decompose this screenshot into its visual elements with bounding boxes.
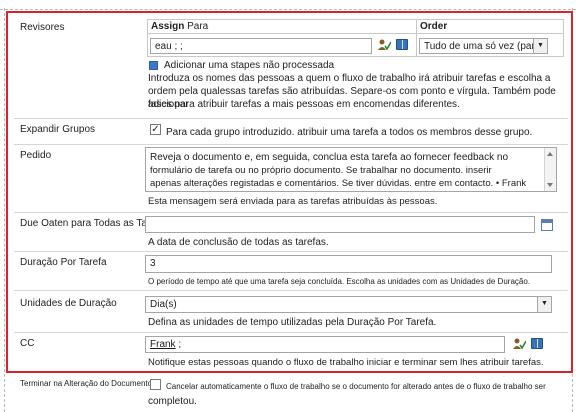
add-stage-link[interactable]: Adicionar uma stapes não processada [164, 59, 334, 72]
pedido-textarea[interactable]: Reveja o documento e, em seguida, conclu… [145, 147, 557, 192]
unidades-dropdown-arrow[interactable]: ▼ [537, 297, 551, 312]
revisores-help-line-3: fases para atribuir tarefas a mais pesso… [148, 99, 460, 110]
assign-header-sub: Para [187, 21, 209, 32]
assign-table-divider [416, 20, 417, 56]
duracao-help: O período de tempo até que uma tarefa se… [148, 277, 531, 286]
terminar-checkbox-label-2: completou. [148, 396, 197, 407]
row-divider [14, 212, 568, 213]
cc-label: CC [20, 338, 35, 349]
cc-input[interactable]: Frank ; [145, 336, 505, 353]
order-select[interactable]: Tudo de uma só vez (paralelo) ▼ [419, 38, 548, 54]
order-select-value: Tudo de uma só vez (paralelo) [424, 41, 548, 52]
add-stage-icon[interactable] [149, 61, 158, 70]
cc-address-book-icon[interactable] [531, 338, 543, 349]
terminar-checkbox[interactable] [150, 379, 161, 390]
row-divider [14, 290, 568, 291]
revisores-label: Revisores [20, 22, 65, 33]
expandir-label: Expandir Grupos [20, 124, 96, 135]
unidades-select-value: Dia(s) [150, 299, 177, 310]
cc-value-suffix: ; [178, 339, 182, 350]
pedido-line-1: Reveja o documento e, em seguida, conclu… [150, 152, 509, 163]
cc-help: Notifique estas pessoas quando o fluxo d… [148, 357, 544, 368]
unidades-label: Unidades de Duração [20, 298, 117, 309]
pedido-scrollbar[interactable] [544, 148, 556, 191]
duracao-input[interactable]: 3 [145, 255, 552, 273]
address-book-icon[interactable] [396, 39, 408, 50]
due-help: A data de conclusão de todas as tarefas. [148, 237, 329, 248]
terminar-label: Terminar na Alteração do Documento [20, 379, 153, 388]
revisores-help-line-1: Introduza os nomes das pessoas a quem o … [148, 73, 551, 84]
scroll-down-arrow[interactable] [547, 183, 553, 187]
scroll-up-arrow[interactable] [547, 152, 553, 156]
assign-header: Assign Para [151, 21, 208, 32]
left-dashed-border [4, 8, 5, 412]
row-divider [14, 332, 568, 333]
assign-table-header [148, 20, 563, 34]
pedido-label: Pedido [20, 150, 52, 161]
order-dropdown-arrow[interactable]: ▼ [533, 39, 547, 53]
order-header: Order [420, 21, 448, 32]
top-dashed-border [0, 0, 576, 10]
row-divider [14, 144, 568, 145]
assign-header-text: Assign [151, 21, 185, 32]
calendar-icon[interactable] [541, 219, 553, 231]
unidades-select[interactable]: Dia(s) ▼ [145, 296, 552, 313]
expandir-checkbox-label: Para cada grupo introduzido. atribuir um… [166, 127, 533, 138]
pedido-line-3: apenas alterações registadas e comentári… [150, 178, 527, 189]
unidades-help: Defina as unidades de tempo utilizadas p… [148, 317, 437, 328]
pedido-help: Esta mensagem será enviada para as taref… [148, 196, 438, 207]
due-date-input[interactable] [145, 216, 535, 233]
assign-to-input[interactable]: eau ; ; [150, 38, 372, 54]
expandir-checkbox[interactable]: ✓ [150, 124, 161, 135]
duracao-label: Duração Por Tarefa [20, 257, 107, 268]
cc-check-names-icon[interactable] [512, 338, 526, 350]
check-names-icon[interactable] [377, 39, 391, 51]
terminar-checkbox-label: Cancelar automaticamente o fluxo de trab… [166, 382, 546, 391]
row-divider [14, 251, 568, 252]
pedido-line-2: formulário de tarefa ou no próprio docum… [150, 165, 492, 176]
row-divider [14, 118, 568, 119]
cc-value[interactable]: Frank [150, 339, 176, 350]
